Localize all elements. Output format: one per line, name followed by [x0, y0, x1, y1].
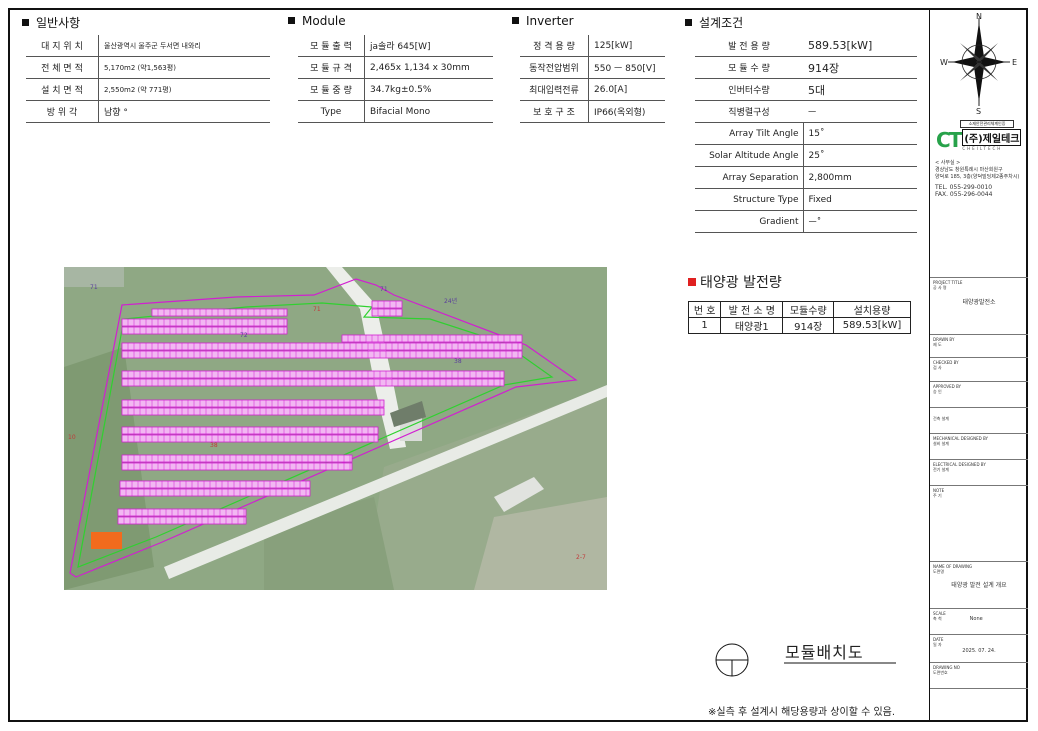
module-layout-drawing: 71 71 71 24년 10 38 38 2-7 72	[64, 267, 607, 590]
generation-title: 태양광 발전량	[688, 272, 782, 292]
drawn-by-cell: DRAWN BY 제 도	[930, 334, 1028, 357]
scale-cell: SCALE 축 척 None	[930, 608, 1028, 634]
project-title-cell: PROJECT TITLE 공 사 명 태양광발전소	[930, 277, 1028, 334]
parcel-label: 38	[454, 358, 462, 365]
module-row	[121, 326, 288, 335]
parcel-label: 38	[210, 442, 218, 449]
architecture-cell: 건축 설계	[930, 407, 1028, 433]
module-row	[119, 488, 311, 497]
module-row	[117, 508, 247, 517]
svg-text:E: E	[1012, 58, 1017, 67]
general-section-title: 일반사항	[22, 14, 80, 31]
company-info: 소재안전관리체계인증 CT (주)제일테크 CHEILTECH < 사무실 > …	[930, 120, 1028, 198]
company-logo: 소재안전관리체계인증 CT (주)제일테크 CHEILTECH	[936, 120, 1022, 152]
drawing-number-cell: DRAWING NO 도면번호	[930, 662, 1028, 688]
general-table: 대 지 위 치 울산광역시 울주군 두서면 내와리 전 체 면 적 5,170m2 …	[26, 35, 270, 123]
electrical-cell: ELECTRICAL DESIGNED BY 전기 설계	[930, 459, 1028, 485]
design-table: 발 전 용 량 589.53[kW] 모 듈 수 량 914장 인버터수량 5대 직병…	[695, 35, 917, 233]
module-row	[119, 480, 311, 489]
title-block: N S W E 소재안전관리체계인증 CT (주)제일테크 CHEILTECH …	[929, 8, 1028, 722]
module-row	[121, 454, 353, 463]
svg-text:W: W	[940, 58, 948, 67]
site-aerial-map: 71 71 71 24년 10 38 38 2-7 72	[64, 267, 607, 590]
module-row	[121, 370, 505, 379]
checked-by-cell: CHECKED BY 검 사	[930, 357, 1028, 381]
inverter-location-marker	[91, 532, 122, 549]
module-row	[121, 318, 288, 327]
drawing-name-cell: NAME OF DRAWING 도면명 태양광 발전 설계 개요	[930, 561, 1028, 608]
module-row	[121, 407, 385, 416]
compass-rose-icon: N S W E	[940, 12, 1017, 116]
date-cell: DATE 일 자 2025. 07. 24.	[930, 634, 1028, 662]
module-row	[121, 399, 385, 408]
module-row	[371, 300, 403, 309]
parcel-label: 71	[313, 306, 321, 313]
parcel-label: 24년	[444, 297, 457, 305]
parcel-label: 72	[240, 332, 248, 339]
inverter-table: 정 격 용 량 125[kW] 동작전압범위 550 ㅡ 850[V] 최대입력전류…	[520, 35, 665, 123]
mechanical-cell: MECHANICAL DESIGNED BY 설비 설계	[930, 433, 1028, 459]
approved-by-cell: APPROVED BY 승 인	[930, 381, 1028, 407]
note-cell: NOTE 주 기	[930, 485, 1028, 561]
svg-text:S: S	[976, 107, 981, 116]
parcel-label: 10	[68, 434, 76, 441]
module-section-title: Module	[288, 14, 346, 28]
parcel-label: 2-7	[576, 554, 586, 561]
module-row	[121, 462, 353, 471]
module-row	[371, 308, 403, 317]
module-row	[121, 378, 505, 387]
module-row	[117, 516, 247, 525]
generation-table: 번 호 발 전 소 명 모듈수량 설치용량 1 태양광1 914장 589.53…	[687, 301, 911, 334]
module-table: 모 듈 출 력 ja솔라 645[W] 모 듈 규 격 2,465x 1,134 x…	[298, 35, 493, 123]
footer-note: ※실측 후 설계시 해당용량과 상이할 수 있음.	[708, 707, 896, 718]
inverter-section-title: Inverter	[512, 14, 574, 28]
module-row	[121, 426, 379, 435]
design-section-title: 설계조건	[685, 14, 743, 31]
parcel-label: 71	[380, 286, 388, 293]
module-row	[121, 434, 379, 443]
module-row	[151, 308, 288, 317]
red-square-icon	[688, 278, 696, 286]
svg-text:N: N	[976, 12, 982, 21]
plan-title: 모듈배치도	[785, 643, 864, 662]
blank-cell	[930, 688, 1028, 722]
parcel-label: 71	[90, 284, 98, 291]
